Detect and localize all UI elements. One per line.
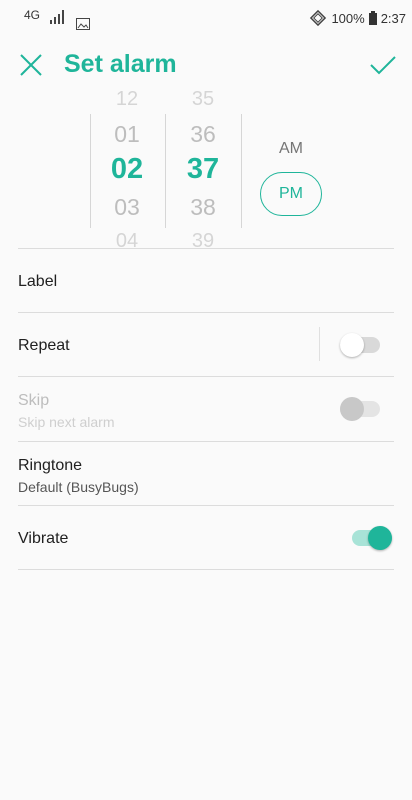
minute-option[interactable]: 35: [167, 90, 239, 111]
check-icon[interactable]: [368, 50, 398, 80]
battery-percent: 100%: [331, 10, 365, 26]
minute-option[interactable]: 38: [167, 194, 239, 221]
ringtone-value: Default (BusyBugs): [18, 479, 139, 495]
wheel-divider: [165, 114, 166, 228]
status-bar: 4G 100% 2:37: [0, 0, 412, 34]
vibrate-title: Vibrate: [18, 530, 69, 547]
repeat-row[interactable]: Repeat: [18, 312, 394, 377]
skip-subtitle: Skip next alarm: [18, 414, 115, 430]
minute-wheel[interactable]: 35 36 37 38 39: [167, 90, 239, 248]
close-icon[interactable]: [16, 50, 46, 80]
time-picker: 12 01 02 03 04 35 36 37 38 39: [0, 90, 412, 248]
ringtone-row[interactable]: Ringtone Default (BusyBugs): [18, 441, 394, 506]
clock: 2:37: [380, 10, 406, 26]
label-title: Label: [18, 273, 58, 290]
hour-wheel[interactable]: 12 01 02 03 04: [91, 90, 163, 248]
am-option[interactable]: AM: [260, 140, 322, 158]
minute-option[interactable]: 39: [167, 230, 239, 248]
signal-icon: [50, 10, 64, 24]
hour-option[interactable]: 04: [91, 230, 163, 248]
rotation-icon: [310, 9, 327, 27]
vibrate-row[interactable]: Vibrate: [18, 505, 394, 570]
hour-option[interactable]: 01: [91, 121, 163, 148]
minute-option[interactable]: 36: [167, 121, 239, 148]
list-bottom-divider: [18, 569, 394, 571]
hour-option[interactable]: 12: [91, 90, 163, 111]
skip-row: Skip Skip next alarm: [18, 376, 394, 441]
image-notification-icon: [76, 18, 90, 30]
selected-hour[interactable]: 02: [91, 153, 163, 186]
network-type: 4G: [24, 8, 41, 22]
hour-option[interactable]: 03: [91, 194, 163, 221]
battery-icon: [368, 11, 377, 25]
repeat-toggle[interactable]: [338, 333, 382, 357]
skip-title: Skip: [18, 392, 50, 409]
ringtone-title: Ringtone: [18, 457, 83, 474]
skip-toggle: [338, 397, 382, 421]
wheel-divider: [241, 114, 242, 228]
wheel-divider: [90, 114, 91, 228]
vibrate-toggle[interactable]: [350, 526, 394, 550]
app-bar: Set alarm: [0, 40, 412, 90]
selected-minute[interactable]: 37: [167, 153, 239, 186]
repeat-title: Repeat: [18, 337, 70, 354]
pm-option-selected[interactable]: PM: [260, 172, 322, 216]
label-row[interactable]: Label: [18, 248, 394, 313]
repeat-divider: [319, 327, 320, 361]
page-title: Set alarm: [64, 50, 177, 78]
